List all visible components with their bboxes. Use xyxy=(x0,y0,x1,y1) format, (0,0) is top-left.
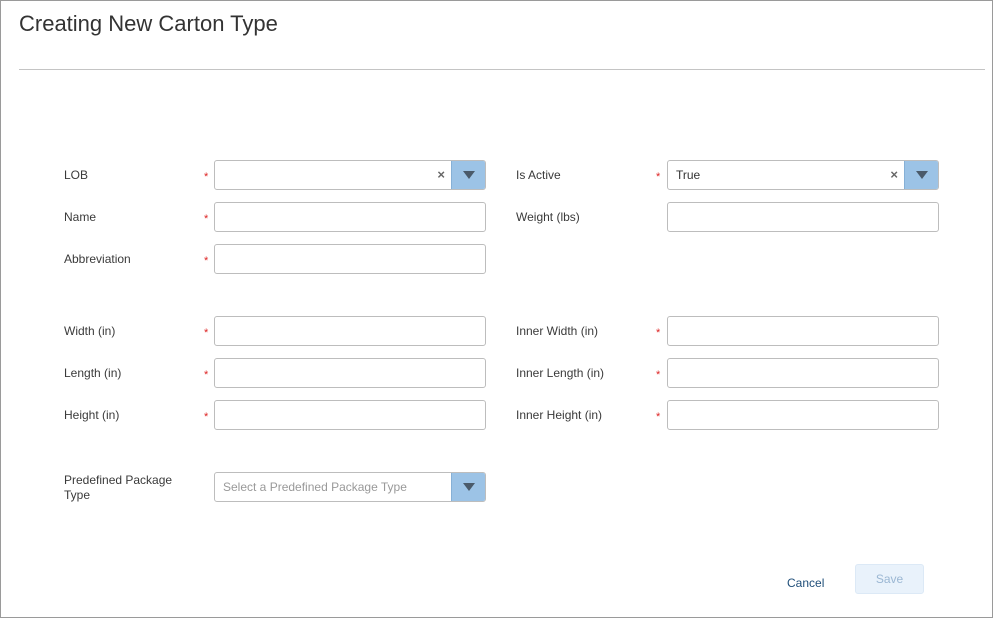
height-required-marker: * xyxy=(204,411,209,423)
abbreviation-input[interactable] xyxy=(214,244,486,274)
inner-length-input[interactable] xyxy=(667,358,939,388)
predefined-package-label-line1: Predefined Package xyxy=(64,473,173,487)
is-active-clear-icon[interactable]: × xyxy=(890,161,898,189)
inner-height-label: Inner Height (in) xyxy=(516,408,603,422)
inner-length-label: Inner Length (in) xyxy=(516,366,605,380)
abbreviation-label: Abbreviation xyxy=(64,252,131,266)
name-input[interactable] xyxy=(214,202,486,232)
is-active-required-marker: * xyxy=(656,171,661,183)
length-label: Length (in) xyxy=(64,366,122,380)
is-active-select[interactable]: True × xyxy=(667,160,939,190)
height-input[interactable] xyxy=(214,400,486,430)
inner-width-input[interactable] xyxy=(667,316,939,346)
weight-label: Weight (lbs) xyxy=(516,210,580,224)
inner-height-input[interactable] xyxy=(667,400,939,430)
height-label: Height (in) xyxy=(64,408,120,422)
chevron-down-icon xyxy=(463,171,475,179)
lob-select[interactable]: × xyxy=(214,160,486,190)
width-input[interactable] xyxy=(214,316,486,346)
inner-width-required-marker: * xyxy=(656,327,661,339)
is-active-dropdown-button[interactable] xyxy=(904,161,938,189)
weight-input[interactable] xyxy=(667,202,939,232)
abbreviation-required-marker: * xyxy=(204,255,209,267)
lob-label: LOB xyxy=(64,168,89,182)
chevron-down-icon xyxy=(463,483,475,491)
save-button[interactable]: Save xyxy=(855,564,924,594)
header-divider xyxy=(19,69,985,70)
predefined-package-label-line2: Type xyxy=(64,488,91,502)
dialog-title: Creating New Carton Type xyxy=(19,11,278,36)
name-required-marker: * xyxy=(204,213,209,225)
lob-dropdown-button[interactable] xyxy=(451,161,485,189)
width-label: Width (in) xyxy=(64,324,116,338)
inner-length-required-marker: * xyxy=(656,369,661,381)
is-active-label: Is Active xyxy=(516,168,561,182)
width-required-marker: * xyxy=(204,327,209,339)
length-required-marker: * xyxy=(204,369,209,381)
inner-height-required-marker: * xyxy=(656,411,661,423)
predefined-package-dropdown-button[interactable] xyxy=(451,473,485,501)
lob-clear-icon[interactable]: × xyxy=(437,161,445,189)
length-input[interactable] xyxy=(214,358,486,388)
chevron-down-icon xyxy=(916,171,928,179)
lob-required-marker: * xyxy=(204,171,209,183)
predefined-package-select[interactable]: Select a Predefined Package Type xyxy=(214,472,486,502)
name-label: Name xyxy=(64,210,97,224)
predefined-package-placeholder: Select a Predefined Package Type xyxy=(223,480,407,494)
predefined-package-label: Predefined Package Type xyxy=(64,473,172,503)
cancel-button[interactable]: Cancel xyxy=(787,576,824,590)
create-carton-type-dialog: Creating New Carton Type LOB * × Is Acti… xyxy=(0,0,993,618)
inner-width-label: Inner Width (in) xyxy=(516,324,599,338)
is-active-select-value: True xyxy=(676,168,701,182)
